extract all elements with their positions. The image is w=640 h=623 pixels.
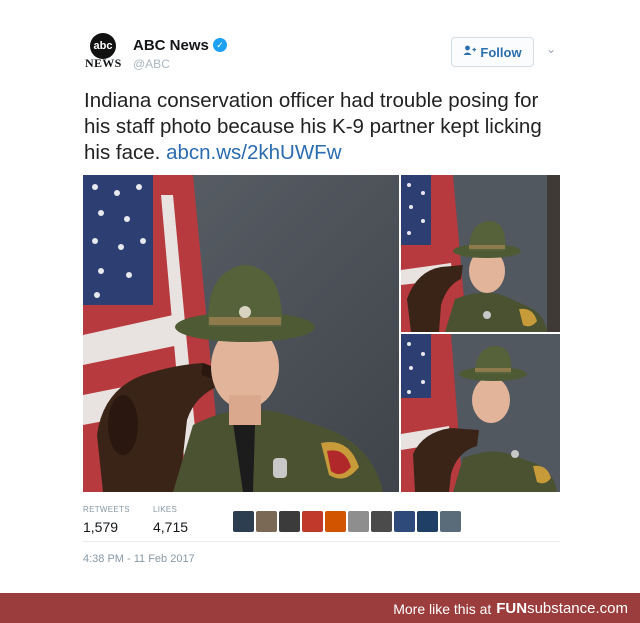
liker-avatar[interactable] — [394, 511, 415, 532]
verified-badge-icon: ✓ — [213, 38, 227, 52]
follow-label: Follow — [480, 44, 522, 60]
tweet-text: Indiana conservation officer had trouble… — [84, 88, 564, 166]
footer-brand[interactable]: FUNsubstance.com — [496, 600, 628, 617]
add-user-icon — [463, 45, 477, 59]
liker-avatar[interactable] — [440, 511, 461, 532]
likes-count[interactable]: 4,715 — [153, 519, 188, 535]
liker-avatar[interactable] — [325, 511, 346, 532]
chevron-down-icon[interactable]: ⌄ — [546, 42, 556, 56]
tweet-timestamp[interactable]: 4:38 PM - 11 Feb 2017 — [83, 553, 195, 565]
avatar-logo-text: abc — [93, 40, 113, 52]
footer-text: More like this at FUNsubstance.com — [393, 600, 628, 617]
brand-suffix: .com — [595, 600, 628, 617]
liker-avatar[interactable] — [417, 511, 438, 532]
liker-avatar[interactable] — [279, 511, 300, 532]
photo-bottom-right[interactable] — [401, 334, 560, 492]
photo-top-right[interactable] — [401, 175, 560, 332]
media-grid — [83, 175, 560, 492]
liker-avatar[interactable] — [233, 511, 254, 532]
brand-sub: substance — [527, 600, 596, 617]
liker-avatar[interactable] — [348, 511, 369, 532]
tweet-card: abc NEWS ABC News ✓ @ABC Follow ⌄ Indian… — [0, 0, 640, 592]
user-handle[interactable]: @ABC — [133, 57, 170, 71]
tweet-link[interactable]: abcn.ws/2khUWFw — [166, 141, 341, 164]
follow-button[interactable]: Follow — [451, 37, 534, 67]
divider — [83, 541, 560, 542]
footer-prefix: More like this at — [393, 600, 492, 617]
site-footer-banner[interactable]: More like this at FUNsubstance.com — [0, 593, 640, 623]
liker-avatars — [233, 511, 461, 532]
liker-avatar[interactable] — [256, 511, 277, 532]
retweets-label: RETWEETS — [83, 505, 130, 514]
photo-main[interactable] — [83, 175, 399, 492]
brand-fun: FUN — [496, 600, 528, 617]
display-name[interactable]: ABC News — [133, 37, 209, 54]
retweets-count[interactable]: 1,579 — [83, 519, 118, 535]
liker-avatar[interactable] — [371, 511, 392, 532]
likes-label: LIKES — [153, 505, 178, 514]
liker-avatar[interactable] — [302, 511, 323, 532]
avatar-wordmark: NEWS — [85, 56, 122, 70]
